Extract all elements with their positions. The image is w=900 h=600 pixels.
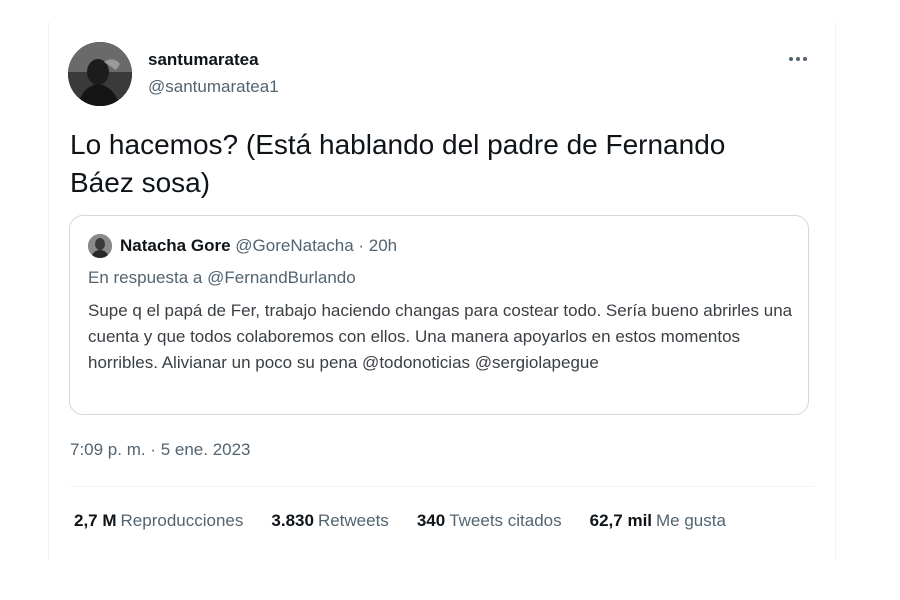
tweet-text: Lo hacemos? (Está hablando del padre de … [70,129,726,198]
more-horizontal-icon [788,57,809,61]
stat-label: Me gusta [656,511,726,530]
stat-quote-tweets[interactable]: 340 Tweets citados [417,511,562,531]
tweet-timestamp[interactable]: 7:09 p. m. · 5 ene. 2023 [70,440,251,460]
author-avatar[interactable] [68,42,132,106]
stat-likes[interactable]: 62,7 mil Me gusta [590,511,726,531]
author-name[interactable]: santumaratea [148,50,259,70]
quoted-meta: @GoreNatacha · 20h [235,236,398,255]
divider [70,486,814,487]
stat-label: Reproducciones [120,511,244,530]
quoted-header: Natacha Gore @GoreNatacha · 20h [120,236,397,256]
stat-value: 340 [416,511,446,530]
quoted-body: Supe q el papá de Fer, trabajo haciendo … [88,301,793,372]
stat-value: 62,7 mil [589,511,653,530]
stat-value: 2,7 M [74,511,117,530]
stat-value: 3.830 [271,511,314,530]
stat-retweets[interactable]: 3.830 Retweets [271,511,388,531]
stat-views[interactable]: 2,7 M Reproducciones [74,511,243,531]
quoted-author-name[interactable]: Natacha Gore [120,236,231,255]
author-handle[interactable]: @santumaratea1 [148,77,279,97]
quoted-reply-context: En respuesta a @FernandBurlando [88,268,356,288]
stat-label: Retweets [317,511,389,530]
engagement-stats: 2,7 M Reproducciones 3.830 Retweets 340 Twe… [74,511,726,531]
reply-prefix: En respuesta a [88,268,203,287]
more-options-button[interactable] [784,50,812,68]
quoted-author-avatar[interactable] [88,234,112,258]
stat-label: Tweets citados [449,511,562,530]
quoted-tweet[interactable]: Natacha Gore @GoreNatacha · 20h En respu… [69,215,809,415]
reply-mention-link[interactable]: @FernandBurlando [207,268,356,287]
